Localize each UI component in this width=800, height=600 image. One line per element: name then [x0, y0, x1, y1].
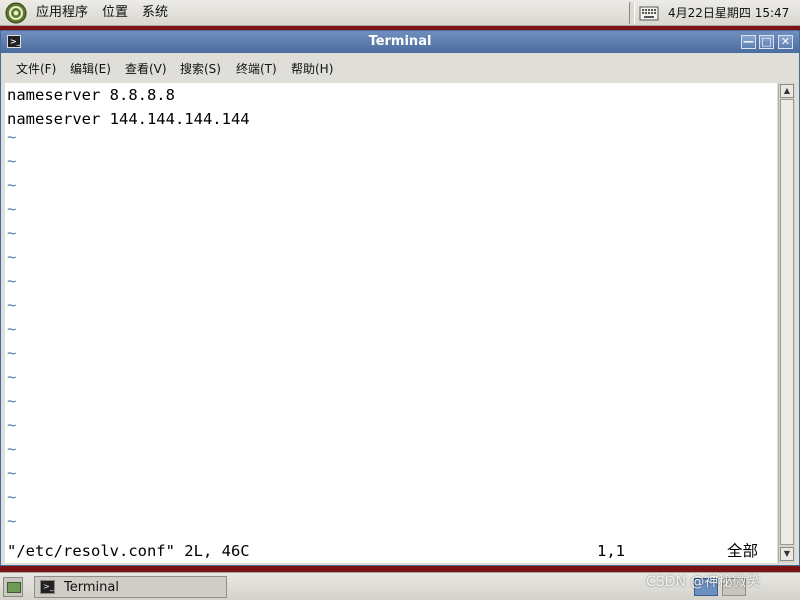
scroll-down-icon[interactable]: ▼ [780, 547, 794, 561]
menu-file[interactable]: 文件(F) [16, 61, 56, 77]
tilde-marker: ~ [7, 440, 17, 458]
taskbar-terminal-button[interactable]: >_ Terminal [34, 576, 227, 598]
vim-status-file-info: "/etc/resolv.conf" 2L, 46C [7, 542, 250, 560]
close-button[interactable]: ✕ [778, 35, 793, 49]
menu-applications[interactable]: 应用程序 [36, 5, 88, 21]
tilde-marker: ~ [7, 392, 17, 410]
vim-status-scroll-percent: 全部 [727, 542, 759, 560]
scrollbar-thumb[interactable] [780, 99, 794, 545]
show-desktop-icon[interactable] [3, 577, 23, 597]
menu-search[interactable]: 搜索(S) [180, 61, 221, 77]
tilde-marker: ~ [7, 488, 17, 506]
tilde-marker: ~ [7, 224, 17, 242]
menu-terminal[interactable]: 终端(T) [236, 61, 277, 77]
minimize-button[interactable]: — [741, 35, 756, 49]
window-titlebar[interactable]: >_ Terminal — □ ✕ [1, 31, 799, 53]
gnome-foot-icon[interactable] [5, 2, 27, 24]
file-line: nameserver 8.8.8.8 [7, 86, 175, 104]
menu-system[interactable]: 系统 [142, 5, 168, 21]
tilde-marker: ~ [7, 248, 17, 266]
tilde-marker: ~ [7, 512, 17, 530]
tilde-marker: ~ [7, 200, 17, 218]
terminal-screen[interactable]: nameserver 8.8.8.8 nameserver 144.144.14… [5, 83, 777, 563]
top-panel: 应用程序 位置 系统 4月22日星期四 15:47 [0, 0, 800, 26]
panel-separator [629, 2, 635, 24]
file-line: nameserver 144.144.144.144 [7, 110, 250, 128]
taskbar-terminal-label: Terminal [64, 580, 119, 595]
terminal-window: >_ Terminal — □ ✕ 文件(F) 编辑(E) 查看(V) 搜索(S… [0, 30, 800, 566]
panel-clock[interactable]: 4月22日星期四 15:47 [668, 5, 789, 21]
terminal-scrollbar[interactable]: ▲ ▼ [778, 83, 795, 563]
menu-places[interactable]: 位置 [102, 5, 128, 21]
tilde-marker: ~ [7, 152, 17, 170]
terminal-task-icon: >_ [40, 580, 55, 594]
menu-view[interactable]: 查看(V) [125, 61, 167, 77]
window-title: Terminal [368, 34, 432, 49]
keyboard-icon[interactable] [639, 4, 659, 22]
menu-help[interactable]: 帮助(H) [291, 61, 333, 77]
menu-edit[interactable]: 编辑(E) [70, 61, 111, 77]
window-menubar: 文件(F) 编辑(E) 查看(V) 搜索(S) 终端(T) 帮助(H) [5, 55, 795, 83]
tilde-marker: ~ [7, 320, 17, 338]
vim-status-cursor-position: 1,1 [597, 542, 625, 560]
tilde-marker: ~ [7, 464, 17, 482]
tilde-marker: ~ [7, 296, 17, 314]
tilde-marker: ~ [7, 128, 17, 146]
tilde-marker: ~ [7, 368, 17, 386]
maximize-button[interactable]: □ [759, 35, 774, 49]
tilde-marker: ~ [7, 272, 17, 290]
tilde-marker: ~ [7, 416, 17, 434]
tilde-marker: ~ [7, 344, 17, 362]
scroll-up-icon[interactable]: ▲ [780, 84, 794, 98]
csdn-watermark: CSDN @神秘微笑 [646, 574, 761, 590]
tilde-marker: ~ [7, 176, 17, 194]
